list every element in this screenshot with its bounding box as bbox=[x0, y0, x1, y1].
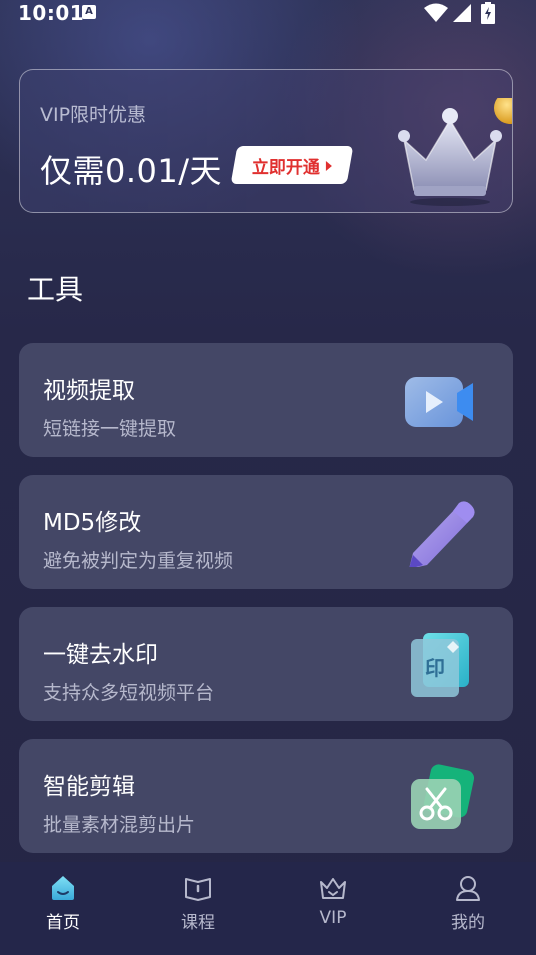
tool-description: 避免被判定为重复视频 bbox=[43, 550, 234, 572]
nav-item-label: 首页 bbox=[46, 913, 80, 933]
tools-section-title: 工具 bbox=[27, 273, 84, 306]
tool-card-smart-edit[interactable]: 智能剪辑 批量素材混剪出片 bbox=[19, 739, 513, 853]
nav-item-mine[interactable]: 我的 bbox=[428, 874, 508, 934]
pencil-icon bbox=[409, 501, 475, 567]
home-icon bbox=[52, 876, 74, 900]
tool-description: 批量素材混剪出片 bbox=[43, 814, 196, 836]
vip-promo-banner[interactable]: VIP限时优惠 仅需0.01/天 立即开通 bbox=[19, 69, 513, 213]
scissors-icon bbox=[411, 764, 475, 829]
tool-title: 一键去水印 bbox=[43, 642, 158, 668]
vip-promo-subtitle: VIP限时优惠 bbox=[40, 104, 147, 126]
notification-app-icon: A bbox=[82, 5, 96, 19]
tool-description: 支持众多短视频平台 bbox=[43, 682, 215, 704]
nav-item-label: 课程 bbox=[181, 913, 215, 933]
open-vip-button-label: 立即开通 bbox=[252, 157, 320, 178]
status-time: 10:01 bbox=[18, 1, 85, 25]
nav-item-vip[interactable]: VIP bbox=[293, 874, 373, 934]
user-icon bbox=[456, 876, 480, 901]
stamp-icon: 印 bbox=[411, 633, 469, 697]
nav-item-label: 我的 bbox=[451, 913, 485, 933]
nav-item-course[interactable]: 课程 bbox=[158, 874, 238, 934]
tool-title: MD5修改 bbox=[43, 510, 142, 536]
status-bar: 10:01 A bbox=[0, 0, 536, 26]
nav-item-home[interactable]: 首页 bbox=[23, 874, 103, 934]
bottom-nav: 首页 课程 VIP 我的 bbox=[0, 862, 536, 955]
tool-card-video-extract[interactable]: 视频提取 短链接一键提取 bbox=[19, 343, 513, 457]
arrow-right-icon bbox=[326, 160, 332, 170]
crown-icon bbox=[320, 878, 346, 899]
open-vip-button[interactable]: 立即开通 bbox=[230, 146, 354, 184]
tool-description: 短链接一键提取 bbox=[43, 418, 177, 440]
crown-icon bbox=[398, 98, 512, 206]
tool-card-remove-watermark[interactable]: 一键去水印 支持众多短视频平台 印 bbox=[19, 607, 513, 721]
book-icon bbox=[185, 878, 211, 901]
stamp-icon-glyph: 印 bbox=[425, 656, 445, 680]
vip-promo-price: 仅需0.01/天 bbox=[40, 152, 223, 190]
tool-card-md5-modify[interactable]: MD5修改 避免被判定为重复视频 bbox=[19, 475, 513, 589]
nav-item-label: VIP bbox=[319, 908, 347, 928]
battery-icon bbox=[481, 2, 495, 24]
video-camera-icon bbox=[405, 377, 473, 427]
wifi-icon bbox=[424, 3, 448, 22]
tool-title: 智能剪辑 bbox=[43, 774, 135, 800]
signal-icon bbox=[453, 4, 471, 22]
tool-title: 视频提取 bbox=[43, 378, 135, 404]
